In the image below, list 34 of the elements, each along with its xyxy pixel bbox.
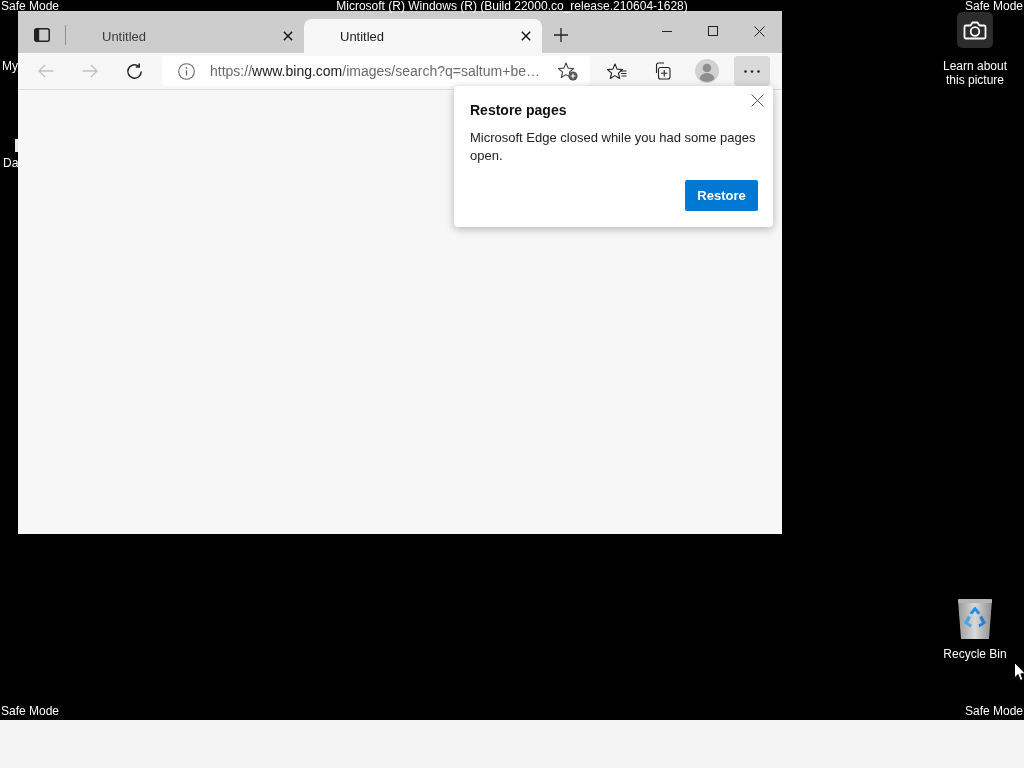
- refresh-icon: [125, 62, 143, 80]
- address-bar[interactable]: https://www.bing.com/images/search?q=saltum+be…: [162, 56, 590, 86]
- desktop-icon-label: My: [2, 59, 18, 73]
- favorites-icon: [607, 62, 627, 80]
- forward-arrow-icon: [82, 64, 98, 78]
- collections-icon: [653, 62, 671, 80]
- build-info-text: Microsoft (R) Windows (R) (Build 22000.co_release.210604-1628): [336, 0, 688, 12]
- tab-actions-icon: [34, 28, 50, 42]
- avatar-icon: [695, 59, 719, 83]
- plus-icon: [554, 28, 568, 42]
- close-icon: [521, 31, 531, 41]
- popup-title: Restore pages: [470, 101, 567, 119]
- safe-mode-label: Safe Mode: [1, 0, 60, 12]
- maximize-icon: [708, 26, 718, 36]
- browser-tab[interactable]: Untitled: [304, 19, 542, 53]
- minimize-icon: [662, 30, 672, 32]
- camera-icon[interactable]: [957, 12, 993, 48]
- desktop-icon-label: Learn about this picture: [941, 59, 1009, 87]
- desktop-icon-label: Recycle Bin: [943, 647, 1007, 661]
- close-icon: [753, 25, 765, 37]
- info-icon[interactable]: [178, 62, 195, 80]
- close-icon: [750, 93, 764, 107]
- safe-mode-label: Safe Mode: [964, 705, 1023, 717]
- popup-message: Microsoft Edge closed while you had some pages open.: [470, 129, 757, 165]
- add-favorite-icon[interactable]: [558, 61, 578, 81]
- recycle-bin-icon[interactable]: [957, 598, 993, 640]
- safe-mode-label: Safe Mode: [1, 705, 60, 717]
- more-icon: [744, 69, 760, 73]
- restore-button[interactable]: Restore: [685, 180, 758, 211]
- close-icon: [283, 31, 293, 41]
- back-arrow-icon: [38, 64, 54, 78]
- safe-mode-label: Safe Mode: [964, 0, 1023, 12]
- browser-tab[interactable]: Untitled: [66, 19, 304, 53]
- desktop-icon-label: Da: [3, 156, 19, 170]
